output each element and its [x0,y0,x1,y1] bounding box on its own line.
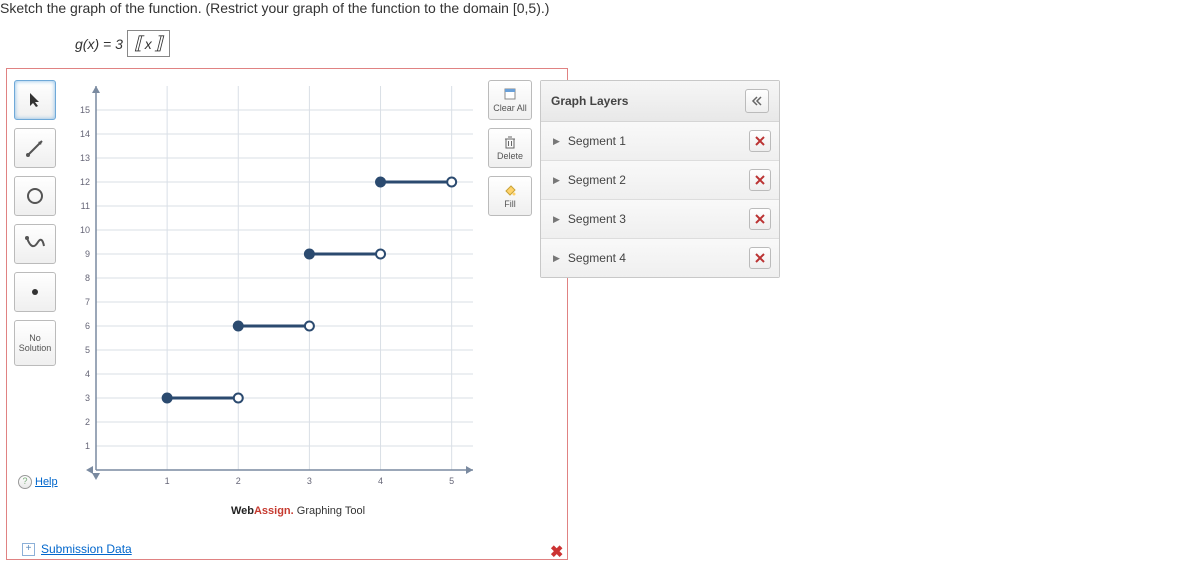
layer-name: Segment 1 [568,134,749,148]
graph-canvas[interactable]: 12345123456789101112131415 [68,78,483,498]
svg-text:14: 14 [80,129,90,139]
trash-icon [503,135,517,149]
action-column: Clear All Delete Fill [488,80,530,224]
svg-text:13: 13 [80,153,90,163]
svg-text:6: 6 [85,321,90,331]
chevron-right-icon: ▶ [553,136,560,147]
tool-palette: No Solution [14,80,60,374]
tool-pointer[interactable] [14,80,56,120]
layer-name: Segment 4 [568,251,749,265]
svg-text:12: 12 [80,177,90,187]
tool-footer: WebAssign. Graphing Tool [68,505,528,517]
chevron-left-double-icon [751,96,763,106]
layer-item[interactable]: ▶ Segment 3 [541,200,779,239]
svg-text:4: 4 [378,476,383,486]
clear-all-button[interactable]: Clear All [488,80,532,120]
svg-text:2: 2 [236,476,241,486]
function-formula: g(x) = 3 ⟦ x ⟧ [75,30,170,57]
svg-text:3: 3 [307,476,312,486]
chevron-right-icon: ▶ [553,253,560,264]
help-link[interactable]: ?Help [18,475,58,489]
svg-text:7: 7 [85,297,90,307]
collapse-panel-button[interactable] [745,89,769,113]
svg-text:1: 1 [165,476,170,486]
tool-curve[interactable] [14,224,56,264]
delete-layer-button[interactable] [749,208,771,230]
delete-layer-button[interactable] [749,247,771,269]
delete-button[interactable]: Delete [488,128,532,168]
delete-layer-button[interactable] [749,169,771,191]
svg-text:1: 1 [85,441,90,451]
delete-layer-button[interactable] [749,130,771,152]
layer-name: Segment 2 [568,173,749,187]
layer-item[interactable]: ▶ Segment 2 [541,161,779,200]
fill-icon [503,183,517,197]
svg-text:3: 3 [85,393,90,403]
submission-data-link[interactable]: +Submission Data [22,542,132,556]
incorrect-icon: ✖ [550,542,563,562]
clear-icon [503,87,517,101]
layer-name: Segment 3 [568,212,749,226]
svg-text:5: 5 [449,476,454,486]
layer-item[interactable]: ▶ Segment 1 [541,122,779,161]
svg-text:2: 2 [85,417,90,427]
chevron-right-icon: ▶ [553,175,560,186]
svg-text:11: 11 [81,201,90,211]
graph-layers-panel: Graph Layers ▶ Segment 1 ▶ Segment 2 ▶ Segmen… [540,80,780,278]
help-icon: ? [18,475,32,489]
tool-circle[interactable] [14,176,56,216]
chevron-right-icon: ▶ [553,214,560,225]
formula-var: x [143,36,154,52]
ceiling-box[interactable]: ⟦ x ⟧ [127,30,170,57]
question-prompt: Sketch the graph of the function. (Restr… [0,0,549,16]
expand-icon: + [22,543,35,556]
panel-title: Graph Layers [551,94,628,108]
layer-item[interactable]: ▶ Segment 4 [541,239,779,277]
svg-text:4: 4 [85,369,90,379]
svg-text:15: 15 [80,105,90,115]
tool-segment[interactable] [14,128,56,168]
svg-text:9: 9 [85,249,90,259]
fill-button[interactable]: Fill [488,176,532,216]
svg-text:10: 10 [80,225,90,235]
svg-text:5: 5 [85,345,90,355]
tool-no-solution[interactable]: No Solution [14,320,56,366]
formula-lhs: g(x) = 3 [75,36,123,52]
tool-point[interactable] [14,272,56,312]
svg-text:8: 8 [85,273,90,283]
